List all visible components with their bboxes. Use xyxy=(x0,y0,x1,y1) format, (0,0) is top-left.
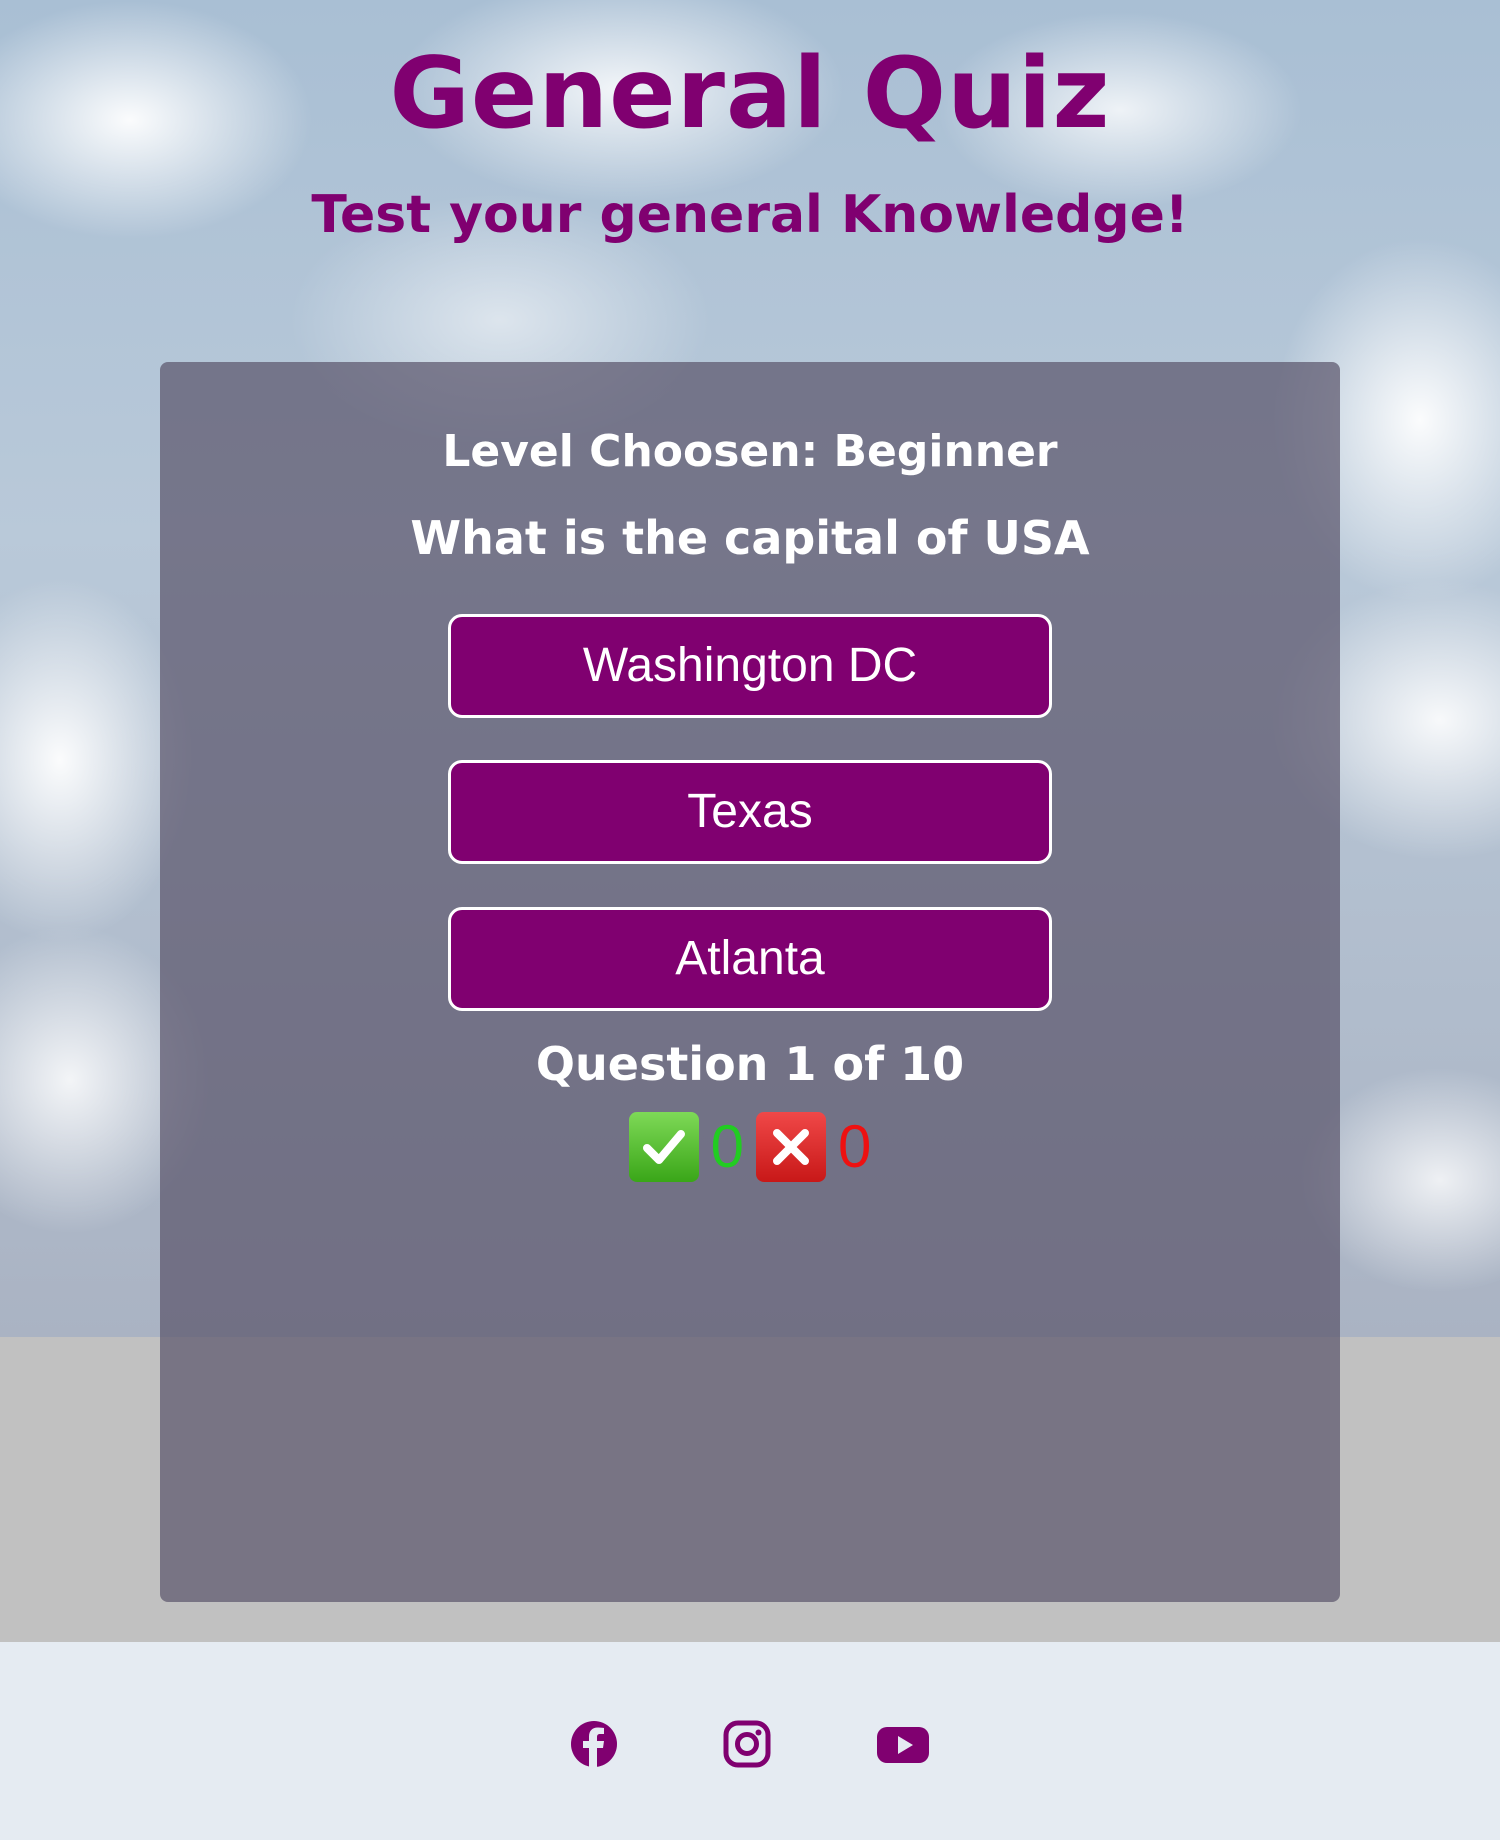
answer-button-1[interactable]: Washington DC xyxy=(448,614,1052,718)
youtube-icon[interactable] xyxy=(873,1714,933,1774)
page-title: General Quiz xyxy=(389,37,1111,151)
instagram-icon[interactable] xyxy=(717,1714,777,1774)
facebook-icon[interactable] xyxy=(564,1714,624,1774)
correct-score: 0 xyxy=(710,1113,744,1180)
quiz-panel: Level Choosen: Beginner What is the capi… xyxy=(160,362,1340,1602)
page-subtitle: Test your general Knowledge! xyxy=(311,185,1189,245)
question-text: What is the capital of USA xyxy=(410,511,1090,565)
score-display: 0 0 xyxy=(160,1110,1340,1184)
page-footer xyxy=(0,1642,1500,1840)
answer-button-2[interactable]: Texas xyxy=(448,760,1052,864)
level-label: Level Choosen: Beginner xyxy=(442,426,1058,477)
question-progress: Question 1 of 10 xyxy=(535,1037,965,1091)
cross-mark-icon xyxy=(756,1112,826,1182)
incorrect-score: 0 xyxy=(838,1113,872,1180)
answer-button-3[interactable]: Atlanta xyxy=(448,907,1052,1011)
check-mark-icon xyxy=(628,1112,699,1182)
